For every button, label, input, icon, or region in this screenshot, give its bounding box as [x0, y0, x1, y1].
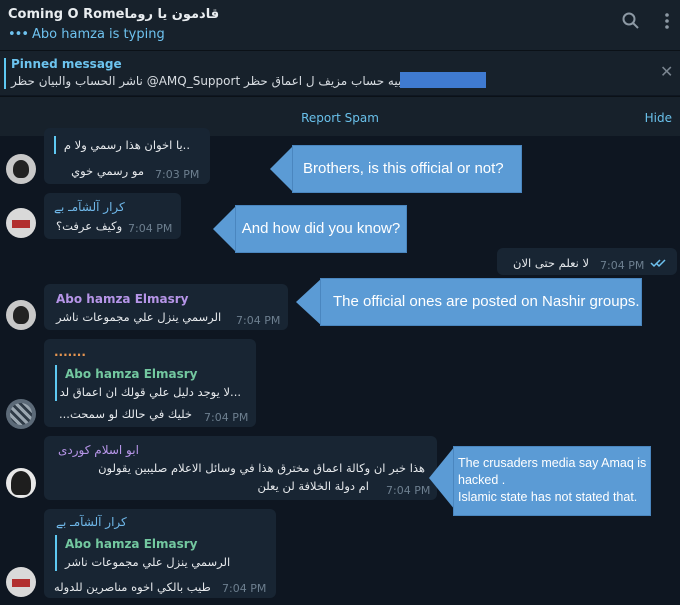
message-time: 7:04 PM	[204, 411, 249, 424]
message-text-line-2: ام دولة الخلافة لن يعلن	[257, 479, 370, 493]
message-time: 7:04 PM	[386, 484, 431, 497]
callout-text-line-3: Islamic state has not stated that.	[458, 490, 638, 504]
avatar-figure-icon	[11, 471, 31, 495]
avatar-figure-icon	[13, 160, 29, 178]
message-time: 7:04 PM	[222, 582, 267, 595]
outgoing-message-bubble[interactable]: لا نعلم حتى الان 7:04 PM	[497, 248, 677, 275]
sender-name: .......	[54, 345, 86, 359]
message-text: طيب بالكي اخوه مناصرين للدوله	[54, 580, 211, 594]
reply-quote[interactable]: Abo hamza Elmasry ...لا يوجد دليل علي قو…	[55, 365, 245, 401]
annotation-callout: And how did you know?	[235, 205, 407, 253]
message-bubble[interactable]: ..يا اخوان هذا رسمي ولا م مو رسمي خوي 7:…	[44, 128, 210, 184]
avatar-logo-icon	[12, 220, 30, 228]
message-text: مو رسمي خوي	[71, 164, 144, 178]
pinned-accent-bar	[4, 58, 6, 89]
message-bubble[interactable]: كرار آلشآمـ بے Abo hamza Elmasry الرسمي …	[44, 509, 276, 598]
avatar-figure-icon	[13, 306, 29, 324]
callout-text: And how did you know?	[241, 220, 401, 237]
message-time: 7:04 PM	[600, 259, 645, 272]
redaction-box	[400, 72, 486, 88]
annotation-callout: The crusaders media say Amaq is hacked .…	[453, 446, 651, 516]
message-text: لا نعلم حتى الان	[513, 256, 590, 270]
message-bubble[interactable]: ابو اسلام كوردى هذا خبر ان وكالة اعماق م…	[44, 436, 437, 500]
report-spam-button[interactable]: Report Spam	[0, 111, 680, 125]
annotation-callout: Brothers, is this official or not?	[292, 145, 522, 193]
annotation-callout: The official ones are posted on Nashir g…	[320, 278, 642, 326]
message-text: خليك في حالك لو سمحت...	[58, 407, 192, 421]
typing-status: ••• Abo hamza is typing	[8, 27, 165, 42]
callout-pointer-4	[429, 446, 455, 510]
callout-text-line-2: hacked .	[458, 473, 506, 487]
message-text: الرسمي ينزل علي مجموعات ناشر	[56, 310, 222, 324]
sender-name: ابو اسلام كوردى	[58, 443, 139, 457]
avatar[interactable]	[6, 300, 36, 330]
reply-quote[interactable]: Abo hamza Elmasry الرسمي ينزل علي مجموعا…	[55, 535, 265, 571]
avatar[interactable]	[6, 208, 36, 238]
avatar[interactable]	[6, 567, 36, 597]
pinned-message-bar[interactable]: Pinned message ناشر الحساب والبيان حظر @…	[0, 50, 680, 95]
message-text-line-1: هذا خبر ان وكالة اعماق مخترق هذا في وسائ…	[98, 461, 425, 475]
hide-button[interactable]: Hide	[645, 111, 672, 125]
message-time: 7:03 PM	[155, 168, 200, 181]
callout-pointer-3	[296, 278, 322, 326]
message-text: وكيف عرفت؟	[56, 219, 123, 233]
sender-name: كرار آلشآمـ بے	[56, 515, 127, 529]
typing-dots-icon: •••	[8, 27, 29, 42]
avatar[interactable]	[6, 399, 36, 429]
reply-text: ..يا اخوان هذا رسمي ولا م	[63, 138, 190, 152]
avatar-logo-icon	[12, 579, 30, 587]
callout-pointer-1	[270, 145, 294, 193]
chat-header: Coming O Romeقادمون يا روما ••• Abo hamza…	[0, 0, 680, 50]
message-time: 7:04 PM	[236, 314, 281, 327]
message-bubble[interactable]: Abo hamza Elmasry الرسمي ينزل علي مجموعا…	[44, 284, 288, 330]
reply-text: الرسمي ينزل علي مجموعات ناشر	[65, 555, 231, 569]
callout-pointer-2	[213, 205, 237, 253]
sender-name: Abo hamza Elmasry	[56, 292, 189, 306]
callout-text-line-1: The crusaders media say Amaq is	[458, 456, 647, 470]
search-icon[interactable]	[622, 12, 640, 30]
typing-text: Abo hamza is typing	[32, 27, 165, 42]
message-time: 7:04 PM	[128, 222, 173, 235]
sender-name: كرار آلشآمـ بے	[54, 200, 125, 214]
reply-text: ...لا يوجد دليل علي قولك ان اعماق لد	[59, 385, 241, 399]
pinned-title: Pinned message	[11, 57, 122, 71]
callout-text: Brothers, is this official or not?	[303, 160, 504, 177]
read-checkmarks-icon	[650, 259, 666, 268]
reply-sender-name: Abo hamza Elmasry	[65, 537, 198, 551]
avatar[interactable]	[6, 154, 36, 184]
callout-text: The official ones are posted on Nashir g…	[333, 293, 640, 310]
avatar-pattern-icon	[10, 403, 32, 425]
message-bubble[interactable]: كرار آلشآمـ بے وكيف عرفت؟ 7:04 PM	[44, 193, 181, 239]
message-bubble[interactable]: ....... Abo hamza Elmasry ...لا يوجد دلي…	[44, 339, 256, 427]
pinned-text: ناشر الحساب والبيان حظر @AMQ_Support تنب…	[11, 74, 409, 88]
close-pinned-icon[interactable]: ✕	[660, 62, 673, 81]
chat-title[interactable]: Coming O Romeقادمون يا روما	[8, 7, 219, 22]
more-options-icon[interactable]	[662, 12, 672, 30]
avatar[interactable]	[6, 468, 36, 498]
reply-quote[interactable]: ..يا اخوان هذا رسمي ولا م	[54, 136, 194, 154]
reply-sender-name: Abo hamza Elmasry	[65, 367, 198, 381]
